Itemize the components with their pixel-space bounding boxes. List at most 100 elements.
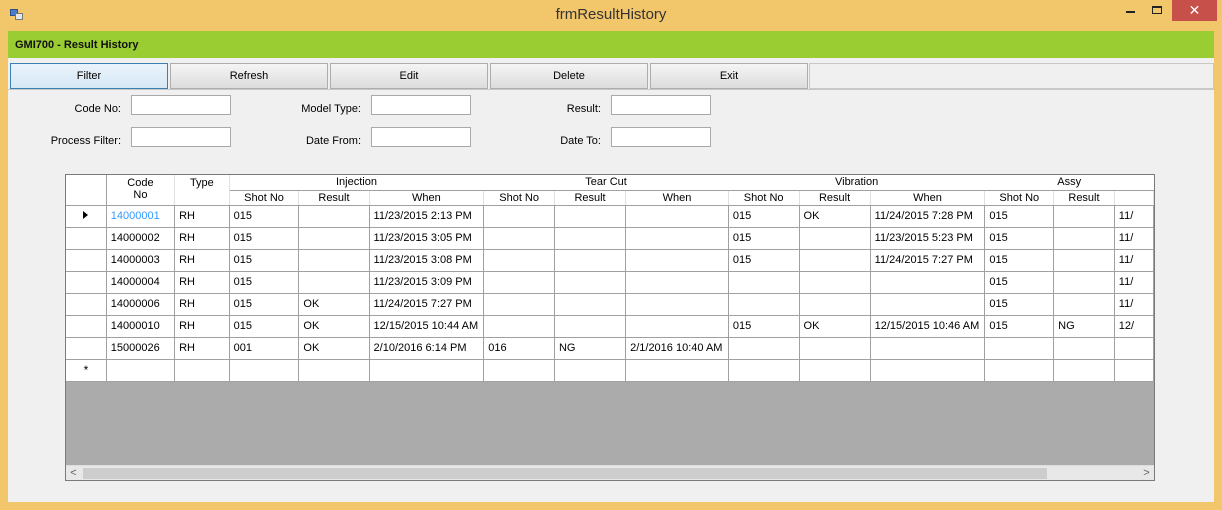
cell-injection-shot-no[interactable]: 015 — [229, 315, 300, 338]
cell-code-no[interactable]: 14000004 — [106, 271, 176, 294]
cell-type[interactable]: RH — [174, 315, 230, 338]
cell-injection-shot-no[interactable]: 015 — [229, 205, 300, 228]
cell-vibration-result[interactable] — [799, 227, 871, 250]
title-bar[interactable]: frmResultHistory ✕ — [0, 0, 1222, 31]
cell-vibration-result[interactable]: OK — [799, 315, 871, 338]
cell-assy-result[interactable] — [1053, 227, 1115, 250]
cell-injection-shot-no[interactable]: 001 — [229, 337, 300, 360]
cell-assy-when[interactable]: 11/ — [1114, 271, 1154, 294]
cell-code-no[interactable]: 15000026 — [106, 337, 176, 360]
refresh-button[interactable]: Refresh — [170, 63, 328, 89]
new-row-header[interactable]: * — [66, 359, 107, 382]
cell-assy-shot-no[interactable]: 015 — [984, 271, 1055, 294]
new-row-cell[interactable] — [106, 359, 176, 382]
new-row-cell[interactable] — [984, 359, 1055, 382]
filter-button[interactable]: Filter — [10, 63, 168, 89]
table-row[interactable]: 15000026 RH 001 OK 2/10/2016 6:14 PM 016 NG 2/1… — [66, 337, 1154, 360]
cell-type[interactable]: RH — [174, 293, 230, 316]
cell-vibration-shot-no[interactable] — [728, 293, 800, 316]
cell-tear-cut-result[interactable] — [554, 249, 627, 272]
new-row[interactable]: * — [66, 359, 1154, 382]
cell-vibration-when[interactable] — [870, 293, 986, 316]
row-header[interactable] — [66, 205, 107, 228]
cell-tear-cut-shot-no[interactable] — [483, 293, 555, 316]
table-row[interactable]: 14000003 RH 015 11/23/2015 3:08 PM 015 11/24/… — [66, 249, 1154, 272]
cell-assy-shot-no[interactable]: 015 — [984, 293, 1055, 316]
new-row-cell[interactable] — [1114, 359, 1154, 382]
cell-tear-cut-result[interactable] — [554, 315, 627, 338]
cell-type[interactable]: RH — [174, 337, 230, 360]
cell-assy-shot-no[interactable]: 015 — [984, 249, 1055, 272]
new-row-cell[interactable] — [870, 359, 986, 382]
close-button[interactable]: ✕ — [1172, 0, 1217, 21]
row-header[interactable] — [66, 337, 107, 360]
cell-assy-when[interactable]: 11/ — [1114, 205, 1154, 228]
scroll-thumb[interactable] — [83, 468, 1047, 479]
result-input[interactable] — [611, 95, 711, 115]
cell-tear-cut-result[interactable] — [554, 227, 627, 250]
cell-tear-cut-when[interactable] — [625, 271, 729, 294]
cell-tear-cut-shot-no[interactable] — [483, 227, 555, 250]
cell-code-no[interactable]: 14000006 — [106, 293, 176, 316]
cell-tear-cut-when[interactable] — [625, 315, 729, 338]
col-header-result[interactable]: Result — [799, 190, 871, 206]
col-header-shot-no[interactable]: Shot No — [984, 190, 1055, 206]
cell-vibration-shot-no[interactable] — [728, 271, 800, 294]
code-no-input[interactable] — [131, 95, 231, 115]
cell-injection-when[interactable]: 2/10/2016 6:14 PM — [369, 337, 485, 360]
col-header-shot-no[interactable]: Shot No — [728, 190, 800, 206]
new-row-cell[interactable] — [369, 359, 485, 382]
table-row[interactable]: 14000004 RH 015 11/23/2015 3:09 PM 015 11/ — [66, 271, 1154, 294]
cell-code-no[interactable]: 14000003 — [106, 249, 176, 272]
col-header-type[interactable]: Type — [174, 175, 230, 206]
cell-tear-cut-result[interactable]: NG — [554, 337, 627, 360]
cell-vibration-when[interactable]: 12/15/2015 10:46 AM — [870, 315, 986, 338]
cell-code-no[interactable]: 14000010 — [106, 315, 176, 338]
cell-injection-result[interactable]: OK — [298, 293, 370, 316]
cell-vibration-shot-no[interactable]: 015 — [728, 315, 800, 338]
date-from-input[interactable] — [371, 127, 471, 147]
new-row-cell[interactable] — [298, 359, 370, 382]
cell-assy-result[interactable]: NG — [1053, 315, 1115, 338]
cell-injection-result[interactable] — [298, 227, 370, 250]
cell-tear-cut-when[interactable] — [625, 249, 729, 272]
table-row[interactable]: 14000006 RH 015 OK 11/24/2015 7:27 PM 015 11/ — [66, 293, 1154, 316]
cell-vibration-result[interactable] — [799, 271, 871, 294]
cell-code-no[interactable]: 14000001 — [106, 205, 176, 228]
row-header[interactable] — [66, 227, 107, 250]
cell-assy-shot-no[interactable]: 015 — [984, 315, 1055, 338]
cell-code-no[interactable]: 14000002 — [106, 227, 176, 250]
cell-injection-result[interactable] — [298, 249, 370, 272]
cell-injection-result[interactable] — [298, 205, 370, 228]
cell-vibration-result[interactable]: OK — [799, 205, 871, 228]
cell-type[interactable]: RH — [174, 227, 230, 250]
col-header-shot-no[interactable]: Shot No — [483, 190, 555, 206]
maximize-button[interactable] — [1144, 0, 1170, 21]
new-row-cell[interactable] — [625, 359, 729, 382]
cell-tear-cut-result[interactable] — [554, 293, 627, 316]
cell-assy-when[interactable] — [1114, 337, 1154, 360]
process-filter-input[interactable] — [131, 127, 231, 147]
cell-assy-result[interactable] — [1053, 271, 1115, 294]
cell-vibration-when[interactable]: 11/24/2015 7:27 PM — [870, 249, 986, 272]
cell-vibration-shot-no[interactable]: 015 — [728, 205, 800, 228]
cell-tear-cut-when[interactable] — [625, 205, 729, 228]
row-header[interactable] — [66, 315, 107, 338]
cell-assy-result[interactable] — [1053, 337, 1115, 360]
model-type-input[interactable] — [371, 95, 471, 115]
cell-injection-result[interactable]: OK — [298, 315, 370, 338]
cell-type[interactable]: RH — [174, 249, 230, 272]
col-header-result[interactable]: Result — [554, 190, 627, 206]
new-row-cell[interactable] — [728, 359, 800, 382]
cell-assy-shot-no[interactable]: 015 — [984, 227, 1055, 250]
cell-vibration-when[interactable]: 11/24/2015 7:28 PM — [870, 205, 986, 228]
col-header-when[interactable] — [1114, 190, 1154, 206]
horizontal-scrollbar[interactable]: < > — [66, 465, 1154, 480]
table-row[interactable]: 14000001 RH 015 11/23/2015 2:13 PM 015 OK 11/2… — [66, 205, 1154, 228]
cell-assy-result[interactable] — [1053, 293, 1115, 316]
cell-injection-shot-no[interactable]: 015 — [229, 227, 300, 250]
cell-assy-when[interactable]: 11/ — [1114, 227, 1154, 250]
cell-type[interactable]: RH — [174, 271, 230, 294]
delete-button[interactable]: Delete — [490, 63, 648, 89]
scroll-right-icon[interactable]: > — [1139, 466, 1154, 480]
